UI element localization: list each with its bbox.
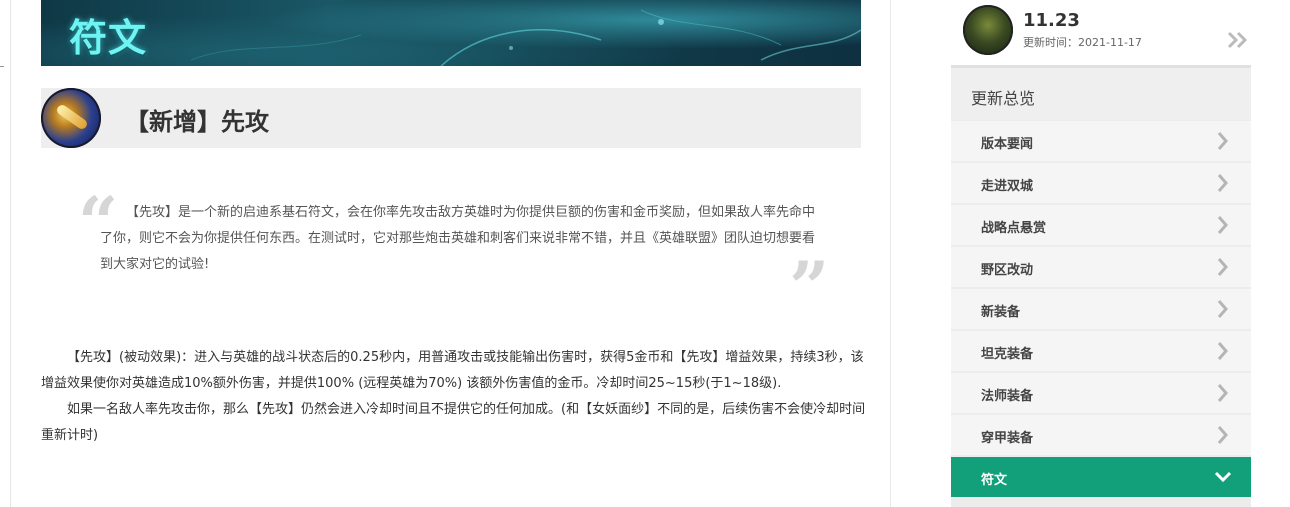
chevron-right-icon xyxy=(1217,300,1228,318)
nav-item-label: 穿甲装备 xyxy=(981,431,1034,446)
nav-item[interactable]: 战略点悬赏 xyxy=(951,205,1251,245)
chevron-right-icon xyxy=(1217,132,1228,150)
nav-item[interactable]: 走进双城 xyxy=(951,163,1251,203)
nav-item-label: 版本要闻 xyxy=(981,137,1034,152)
double-chevron-right-icon[interactable] xyxy=(1227,30,1249,50)
nav-item[interactable]: 穿甲装备 xyxy=(951,415,1251,455)
version-avatar xyxy=(963,5,1013,55)
nav-item[interactable]: 法师装备 xyxy=(951,373,1251,413)
chevron-right-icon xyxy=(1217,342,1228,360)
quote-text: 【先攻】是一个新的启迪系基石符文，会在你率先攻击敌方英雄时为你提供巨额的伤害和金… xyxy=(100,205,816,272)
left-tick-mark xyxy=(0,66,4,67)
nav-item-label: 法师装备 xyxy=(981,389,1034,404)
update-overview-nav: 更新总览 版本要闻走进双城战略点悬赏野区改动新装备坦克装备法师装备穿甲装备符文 xyxy=(951,65,1251,507)
chevron-right-icon xyxy=(1217,258,1228,276)
section-title: 【新增】先攻 xyxy=(125,108,269,136)
chevron-right-icon xyxy=(1217,426,1228,444)
update-date: 更新时间：2021-11-17 xyxy=(1023,36,1142,49)
nav-item-label: 坦克装备 xyxy=(981,347,1034,362)
nav-item[interactable]: 坦克装备 xyxy=(951,331,1251,371)
nav-item-label: 符文 xyxy=(981,473,1008,488)
chevron-right-icon xyxy=(1217,216,1228,234)
nav-item-label: 新装备 xyxy=(981,305,1021,320)
body-paragraph-1: 【先攻】(被动效果)：进入与英雄的战斗状态后的0.25秒内，用普通攻击或技能输出… xyxy=(41,350,864,391)
nav-item[interactable]: 野区改动 xyxy=(951,247,1251,287)
first-strike-rune-icon xyxy=(41,88,101,148)
nav-item-label: 战略点悬赏 xyxy=(981,221,1047,236)
chevron-right-icon xyxy=(1217,384,1228,402)
nav-item-label: 走进双城 xyxy=(981,179,1034,194)
banner-decoration xyxy=(190,9,861,66)
chevron-right-icon xyxy=(1217,174,1228,192)
section-header: 【新增】先攻 xyxy=(41,88,861,148)
version-number: 11.23 xyxy=(1023,10,1080,31)
close-quote-icon: ” xyxy=(789,246,830,329)
nav-item[interactable]: 版本要闻 xyxy=(951,121,1251,161)
nav-heading: 更新总览 xyxy=(951,65,1251,120)
nav-heading-label: 更新总览 xyxy=(971,89,1036,108)
nav-item-label: 野区改动 xyxy=(981,263,1034,278)
banner-title: 符文 xyxy=(69,16,148,60)
article-main: 符文 【新增】先攻 “ 【先攻】是一个新的启迪系基石符文，会在你率先攻击敌方英雄… xyxy=(11,0,891,507)
nav-item[interactable]: 新装备 xyxy=(951,289,1251,329)
version-card: 11.23 更新时间：2021-11-17 xyxy=(951,0,1251,64)
nav-item[interactable]: 符文 xyxy=(951,457,1251,497)
article-body: 【先攻】(被动效果)：进入与英雄的战斗状态后的0.25秒内，用普通攻击或技能输出… xyxy=(41,345,873,449)
chevron-down-icon xyxy=(1214,471,1232,483)
banner: 符文 xyxy=(41,0,861,66)
body-paragraph-2: 如果一名敌人率先攻击你，那么【先攻】仍然会进入冷却时间且不提供它的任何加成。(和… xyxy=(41,402,866,443)
